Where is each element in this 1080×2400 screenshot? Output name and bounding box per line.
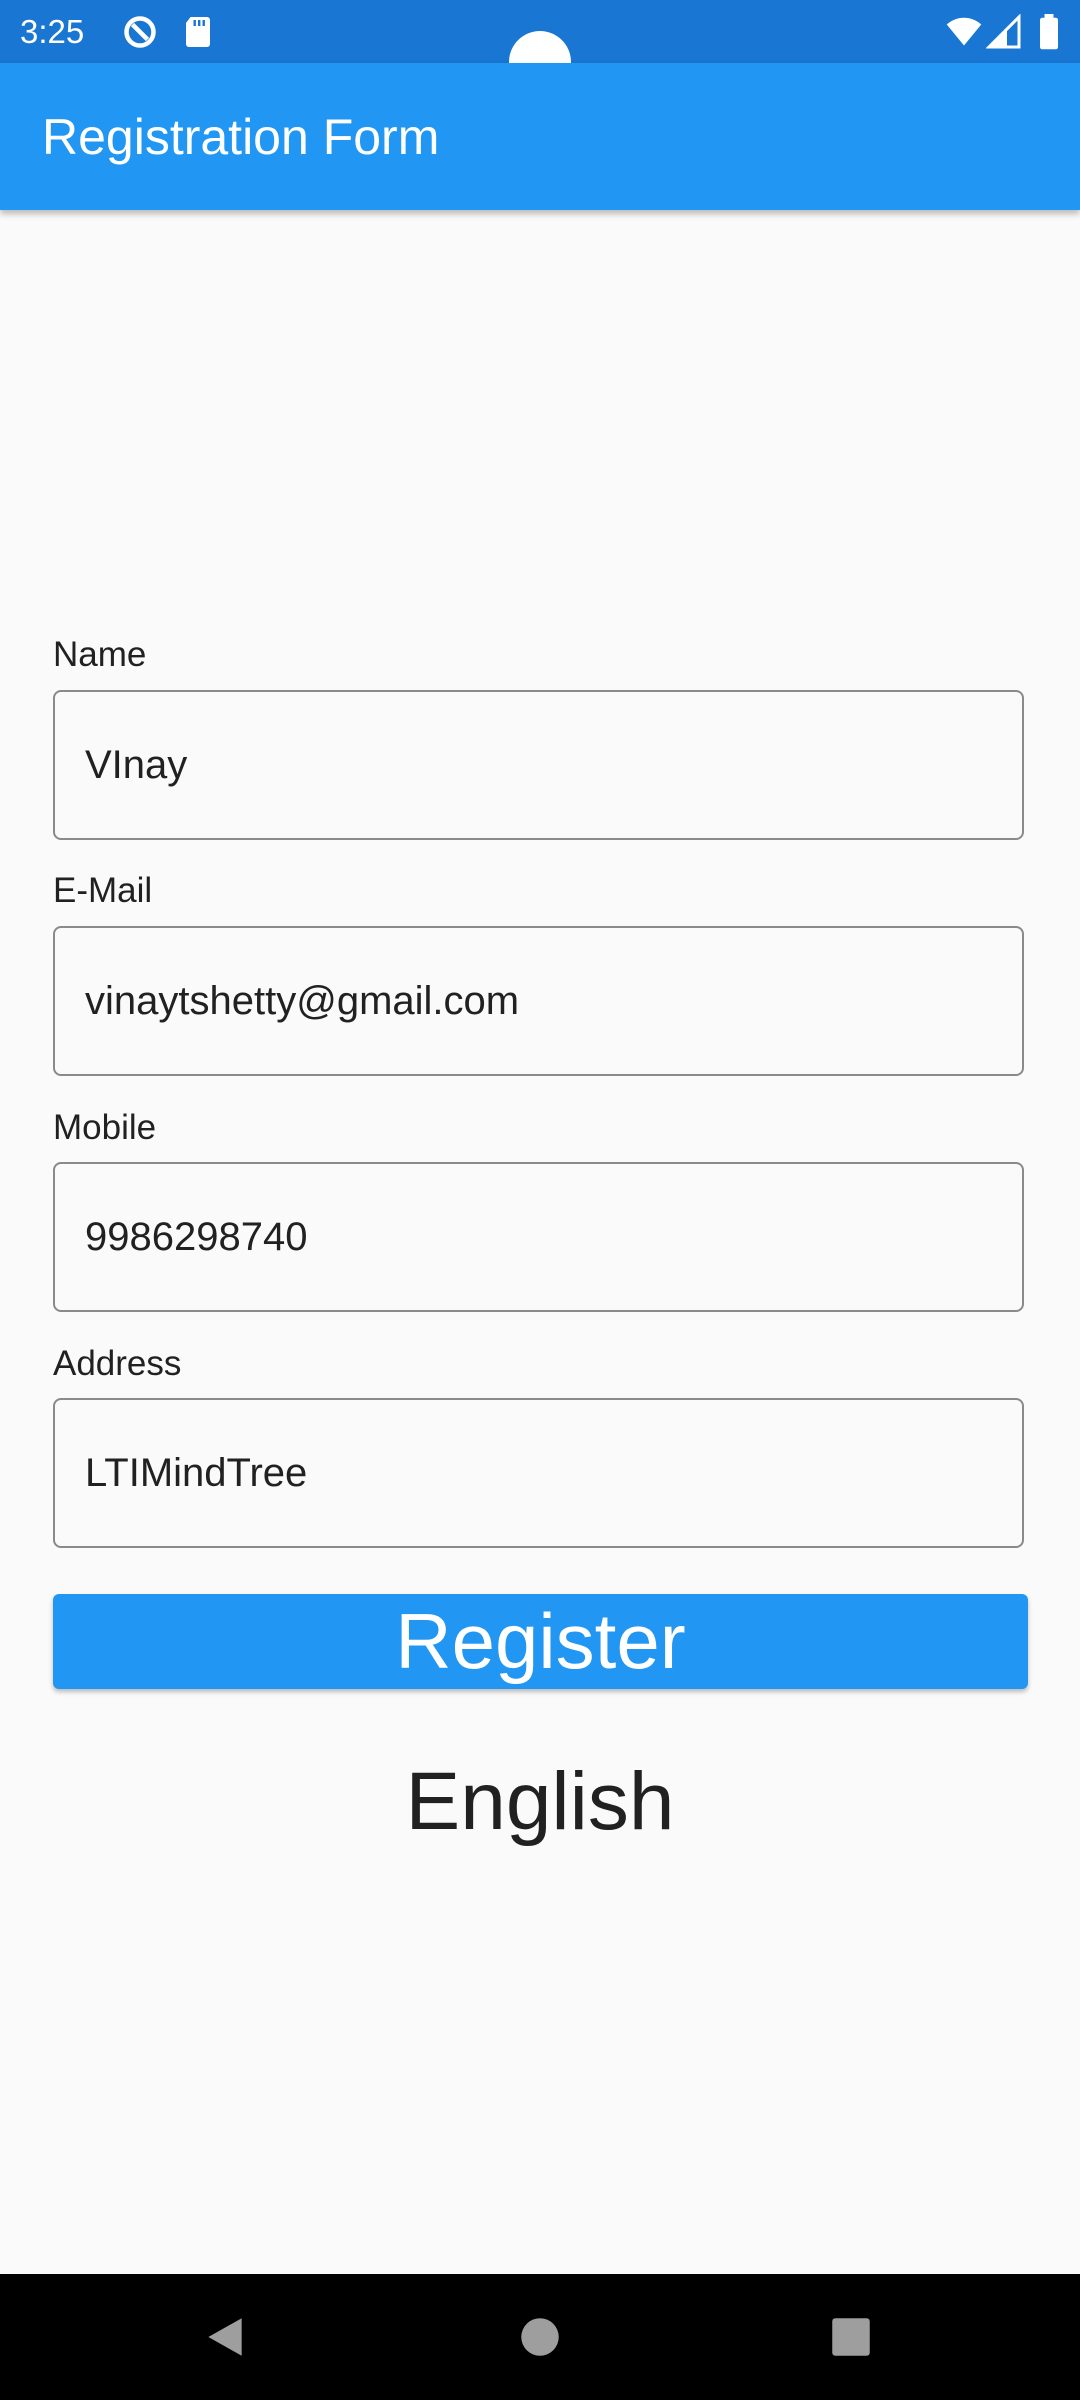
sd-card-icon xyxy=(180,14,216,50)
address-field-value: LTIMindTree xyxy=(85,1451,308,1495)
address-label: Address xyxy=(53,1344,182,1383)
register-button[interactable]: Register xyxy=(53,1594,1028,1689)
language-text[interactable]: English xyxy=(0,1752,1080,1852)
status-time: 3:25 xyxy=(20,13,85,50)
email-field[interactable]: vinaytshetty@gmail.com xyxy=(53,926,1024,1076)
email-label: E-Mail xyxy=(53,871,153,910)
app-title: Registration Form xyxy=(42,109,440,165)
address-field[interactable]: LTIMindTree xyxy=(53,1398,1024,1548)
email-field-value: vinaytshetty@gmail.com xyxy=(85,979,520,1023)
app-bar: Registration Form xyxy=(0,63,1080,210)
mobile-label: Mobile xyxy=(53,1108,157,1147)
battery-icon xyxy=(1036,14,1062,50)
recents-icon[interactable] xyxy=(826,2312,876,2362)
name-field-value: VInay xyxy=(85,743,188,787)
name-field[interactable]: VInay xyxy=(53,690,1024,840)
mobile-field[interactable]: 9986298740 xyxy=(53,1162,1024,1312)
back-icon[interactable] xyxy=(200,2312,250,2362)
navigation-bar xyxy=(0,2274,1080,2400)
wifi-icon xyxy=(944,14,984,50)
name-label: Name xyxy=(53,635,147,674)
mobile-field-value: 9986298740 xyxy=(85,1215,308,1259)
home-icon[interactable] xyxy=(515,2312,565,2362)
do-not-disturb-icon xyxy=(122,14,158,50)
cell-signal-icon xyxy=(986,14,1022,50)
